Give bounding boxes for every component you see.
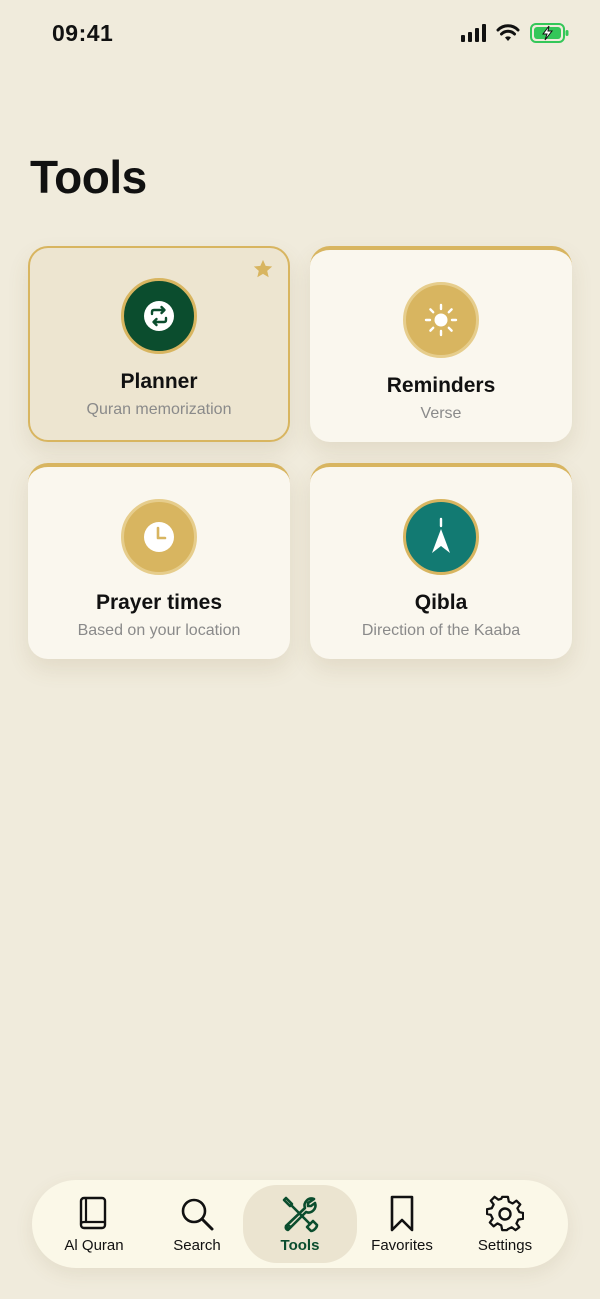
qibla-icon-circle xyxy=(403,499,479,575)
status-time: 09:41 xyxy=(52,20,114,46)
card-title: Prayer times xyxy=(95,591,223,614)
card-title: Reminders xyxy=(386,374,496,397)
tab-search[interactable]: Search xyxy=(145,1180,249,1268)
cellular-signal-icon xyxy=(461,24,486,42)
card-reminders[interactable]: Reminders Verse xyxy=(310,246,572,442)
card-subtitle: Direction of the Kaaba xyxy=(361,622,521,639)
bookmark-icon xyxy=(390,1195,414,1232)
tab-label: Settings xyxy=(477,1237,533,1254)
tab-favorites[interactable]: Favorites xyxy=(350,1180,454,1268)
planner-icon-circle xyxy=(121,278,197,354)
search-icon xyxy=(181,1198,214,1231)
card-qibla[interactable]: Qibla Direction of the Kaaba xyxy=(310,463,572,659)
card-subtitle: Quran memorization xyxy=(86,401,232,418)
card-planner[interactable]: Planner Quran memorization xyxy=(28,246,290,442)
tab-al-quran[interactable]: Al Quran xyxy=(42,1180,146,1268)
tab-label: Al Quran xyxy=(64,1237,124,1254)
status-icons xyxy=(461,22,570,44)
gear-icon xyxy=(486,1195,524,1232)
card-subtitle: Verse xyxy=(420,405,462,422)
reminders-icon-circle xyxy=(403,282,479,358)
prayer-times-icon-circle xyxy=(121,499,197,575)
clock-icon xyxy=(144,522,174,552)
status-bar: 09:41 xyxy=(0,0,600,66)
tab-label: Tools xyxy=(280,1237,320,1254)
sun-icon xyxy=(424,303,458,337)
repeat-icon xyxy=(144,301,174,331)
tab-bar: Al Quran Search Tools Favorites Settings xyxy=(32,1180,568,1268)
page-title: Tools xyxy=(30,151,147,203)
card-prayer-times[interactable]: Prayer times Based on your location xyxy=(28,463,290,659)
compass-arrow-icon xyxy=(432,517,450,553)
tab-label: Search xyxy=(173,1237,221,1254)
tab-label: Favorites xyxy=(371,1237,433,1254)
card-title: Planner xyxy=(120,370,198,393)
tab-settings[interactable]: Settings xyxy=(453,1180,557,1268)
book-icon xyxy=(79,1196,107,1230)
tab-tools[interactable]: Tools xyxy=(243,1185,357,1263)
favorite-star-icon xyxy=(253,259,273,278)
tools-icon xyxy=(282,1196,319,1233)
card-title: Qibla xyxy=(414,591,468,614)
card-subtitle: Based on your location xyxy=(77,622,241,639)
battery-charging-icon xyxy=(530,23,569,43)
wifi-icon xyxy=(496,24,520,41)
